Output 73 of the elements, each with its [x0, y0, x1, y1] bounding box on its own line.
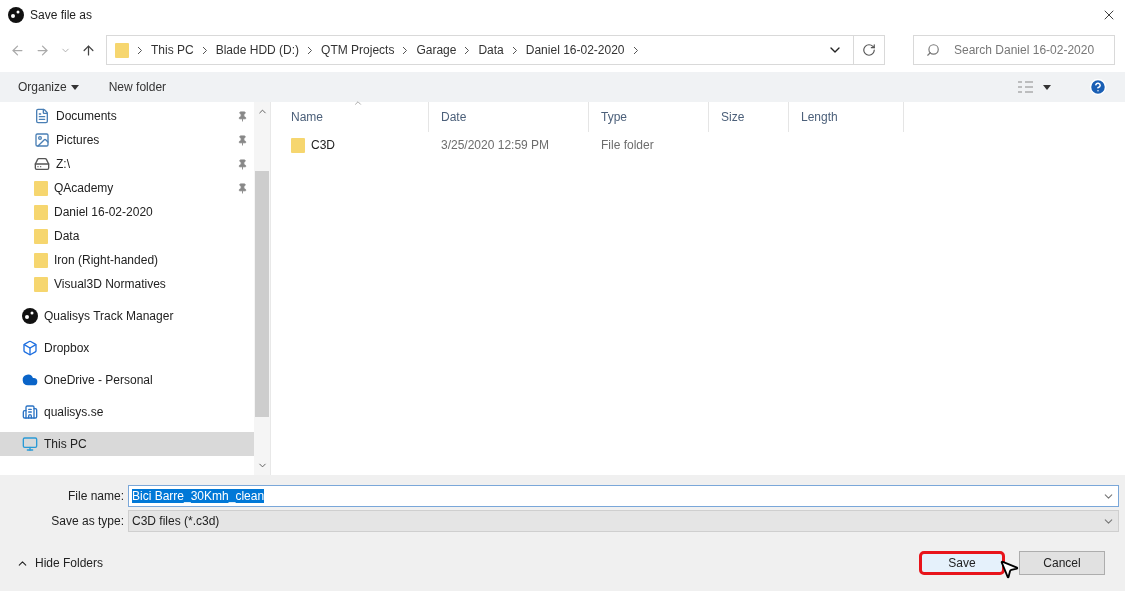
breadcrumb[interactable]: This PC — [151, 43, 194, 57]
building-icon — [22, 404, 38, 420]
folder-icon — [115, 42, 129, 58]
folder-icon — [34, 276, 48, 292]
organize-menu[interactable]: Organize — [18, 80, 79, 94]
address-bar[interactable]: This PC Blade HDD (D:) QTM Projects Garage Data Daniel 16-02-2020 — [106, 35, 854, 65]
file-name[interactable]: C3D — [279, 137, 429, 153]
view-options-icon[interactable] — [1017, 80, 1053, 94]
box-icon — [22, 340, 38, 356]
new-folder-button[interactable]: New folder — [108, 80, 167, 94]
sidebar-item[interactable]: Pictures — [0, 128, 254, 152]
sort-icon — [353, 98, 363, 108]
search-field[interactable]: Search Daniel 16-02-2020 — [913, 35, 1115, 65]
forward-icon[interactable] — [35, 42, 50, 58]
column-header[interactable]: Size — [709, 102, 789, 132]
sidebar-item[interactable]: OneDrive - Personal — [0, 368, 254, 392]
column-header[interactable]: Type — [589, 102, 709, 132]
folder-icon — [291, 137, 305, 153]
column-header[interactable]: Length — [789, 102, 904, 132]
folder-icon — [34, 204, 48, 220]
refresh-button[interactable] — [853, 35, 885, 65]
sidebar-item[interactable]: Documents — [0, 104, 254, 128]
folder-icon — [34, 180, 48, 196]
sidebar-item[interactable]: Qualisys Track Manager — [0, 304, 254, 328]
back-icon[interactable] — [10, 42, 25, 58]
drive-icon — [34, 156, 50, 172]
file-name-label: File name: — [66, 489, 125, 503]
sidebar-item[interactable]: Visual3D Normatives — [0, 272, 254, 296]
folder-icon — [34, 228, 48, 244]
cancel-button[interactable]: Cancel — [1019, 551, 1105, 575]
file-name-field[interactable]: Bici Barre_30Kmh_clean — [128, 485, 1119, 507]
document-icon — [34, 108, 50, 124]
up-icon[interactable] — [81, 42, 96, 58]
hide-folders-button[interactable]: Hide Folders — [10, 555, 110, 571]
search-icon — [926, 43, 940, 57]
scrollbar[interactable] — [254, 102, 270, 475]
breadcrumb[interactable]: Data — [478, 43, 504, 57]
sidebar-item[interactable]: Iron (Right-handed) — [0, 248, 254, 272]
help-icon[interactable] — [1089, 78, 1107, 96]
refresh-icon — [862, 43, 876, 57]
breadcrumb[interactable]: Daniel 16-02-2020 — [525, 43, 625, 57]
sidebar-item[interactable]: Data — [0, 224, 254, 248]
picture-icon — [34, 132, 50, 148]
window-title: Save file as — [30, 8, 94, 22]
folder-icon — [34, 252, 48, 268]
file-type-label: Save as type: — [50, 514, 125, 528]
file-type-dropdown[interactable]: C3D files (*.c3d) — [128, 510, 1119, 532]
date-cell-text: 3/25/2020 12:59 PM — [440, 138, 551, 152]
chevron-icon — [137, 45, 143, 55]
chevron-icon — [632, 45, 639, 55]
breadcrumb[interactable]: QTM Projects — [321, 43, 395, 57]
caret-icon — [70, 84, 79, 90]
chevron-icon — [201, 45, 208, 55]
cloud-icon — [22, 372, 38, 388]
app-logo-icon — [22, 308, 38, 324]
sidebar-item[interactable]: QAcademy — [0, 176, 254, 200]
monitor-icon — [22, 436, 38, 452]
chevron-icon — [511, 45, 518, 55]
sidebar-item[interactable]: Z:\ — [0, 152, 254, 176]
sidebar-item[interactable]: qualisys.se — [0, 400, 254, 424]
cursor-icon — [998, 558, 1020, 580]
sidebar-item[interactable]: This PC — [0, 432, 254, 456]
chevron-icon — [402, 45, 409, 55]
breadcrumb[interactable]: Blade HDD (D:) — [215, 43, 300, 57]
chevron-icon — [464, 45, 471, 55]
sidebar-item[interactable]: Daniel 16-02-2020 — [0, 200, 254, 224]
sidebar-item[interactable]: Dropbox — [0, 336, 254, 360]
type-cell-text: File folder — [600, 138, 655, 152]
app-logo-icon — [8, 7, 24, 23]
column-header[interactable]: Date — [429, 102, 589, 132]
column-header[interactable]: Name — [279, 102, 429, 132]
chevron-icon — [307, 45, 314, 55]
breadcrumb[interactable]: Garage — [416, 43, 457, 57]
